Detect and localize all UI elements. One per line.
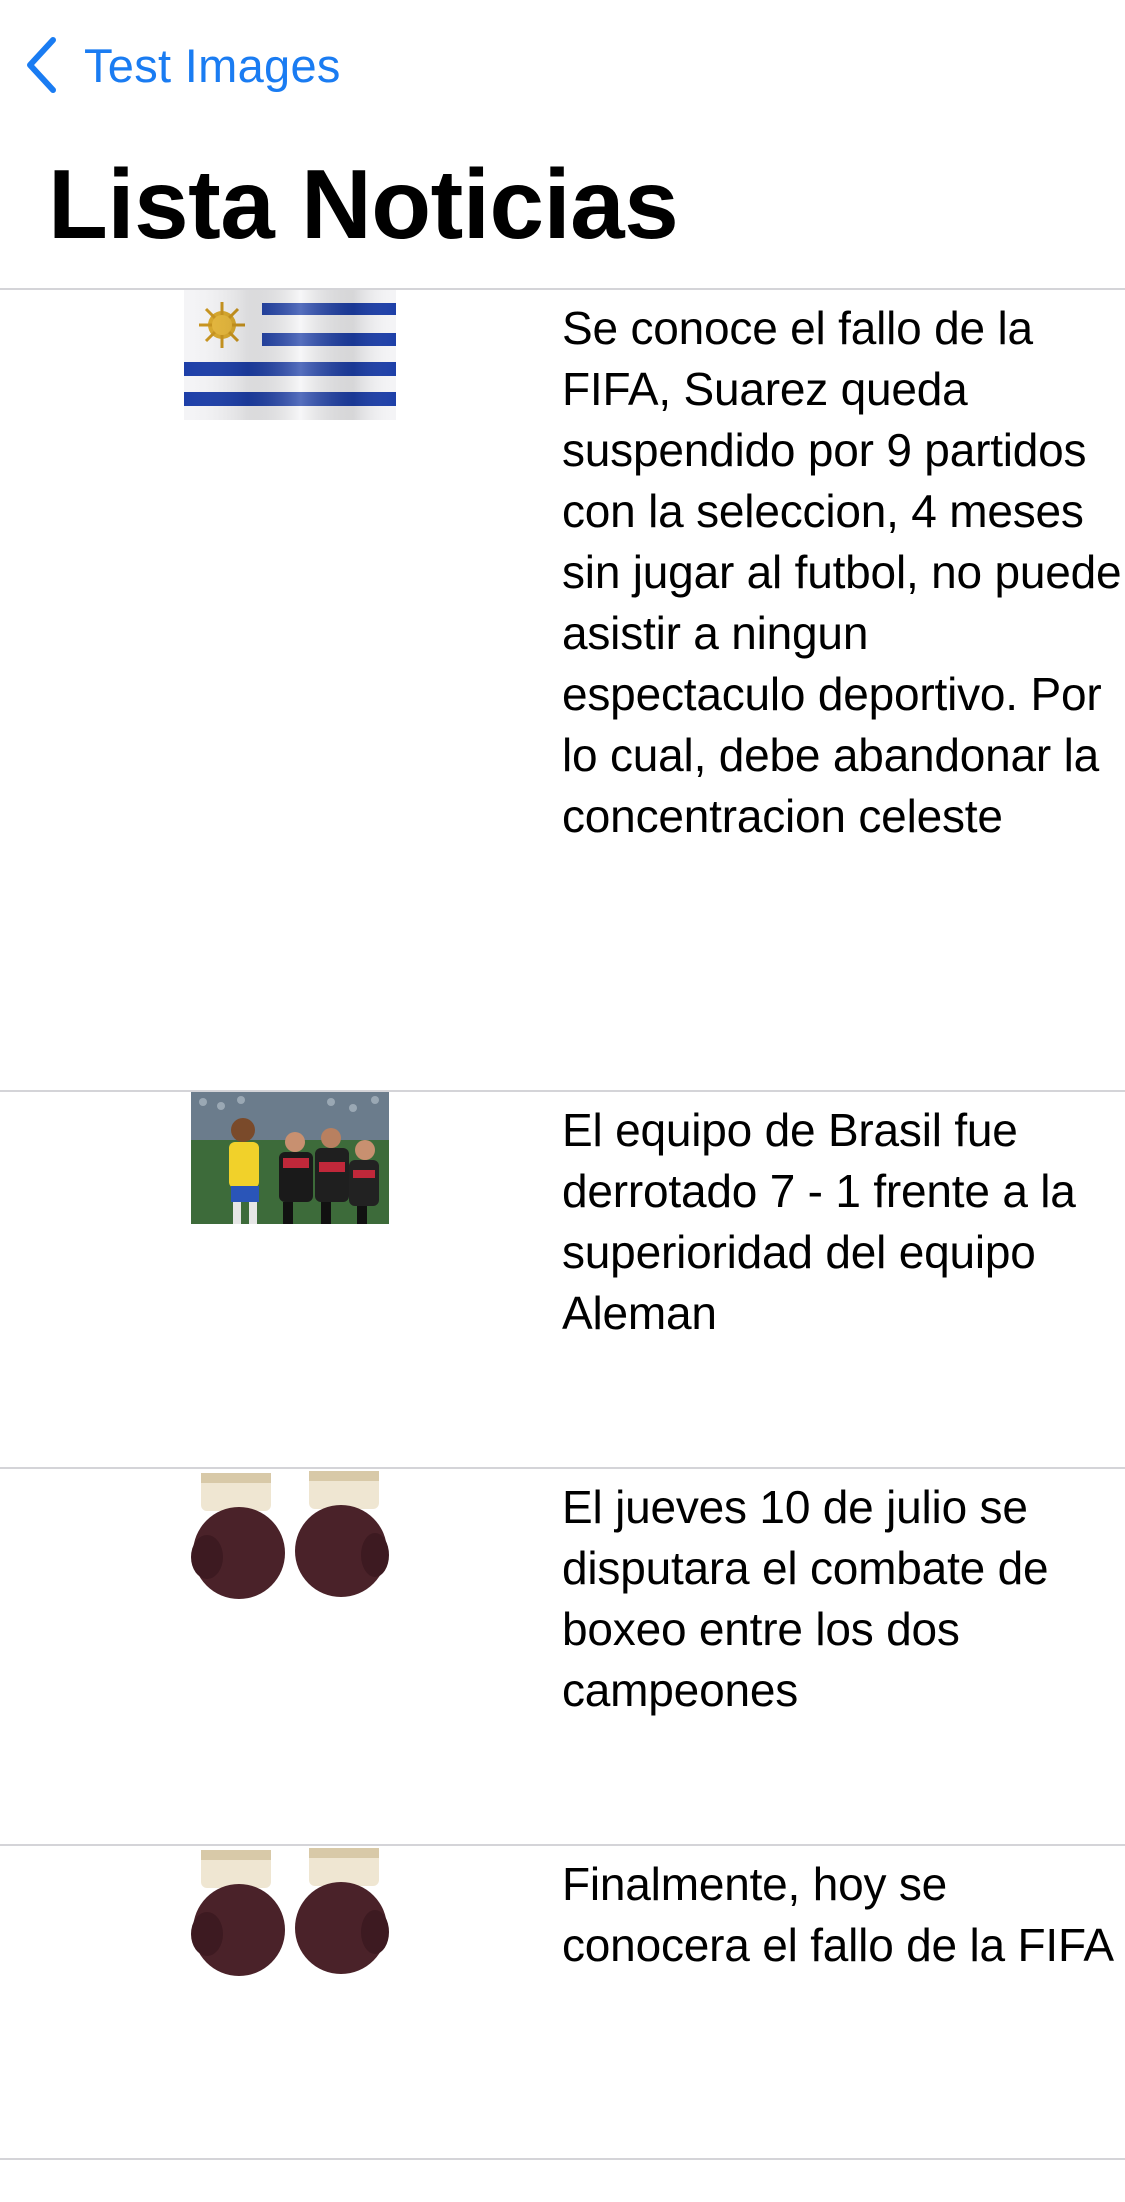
boxing-gloves-image [191,1846,389,1978]
news-row[interactable]: El equipo de Brasil fue derrotado 7 - 1 … [0,1090,1125,1467]
navigation-bar: Test Images Lista Noticias [0,0,1125,259]
news-row[interactable]: El jueves 10 de julio se disputara el co… [0,1467,1125,1844]
news-row[interactable]: Se conoce el fallo de la FIFA, Suarez qu… [0,288,1125,1090]
news-text: Se conoce el fallo de la FIFA, Suarez qu… [562,302,1122,842]
news-text: Finalmente, hoy se conocera el fallo de … [562,1858,1114,1971]
news-row[interactable]: Finalmente, hoy se conocera el fallo de … [0,1844,1125,2160]
news-text: El jueves 10 de julio se disputara el co… [562,1481,1049,1716]
page-title: Lista Noticias [48,149,679,259]
news-text: El equipo de Brasil fue derrotado 7 - 1 … [562,1104,1076,1339]
boxing-gloves-image [191,1469,389,1601]
brazil-germany-match-photo [191,1092,389,1224]
uruguay-flag-image [184,290,396,420]
chevron-left-icon [24,36,58,94]
back-button[interactable]: Test Images [24,34,341,96]
news-list: Se conoce el fallo de la FIFA, Suarez qu… [0,288,1125,2160]
back-button-label: Test Images [84,38,341,92]
